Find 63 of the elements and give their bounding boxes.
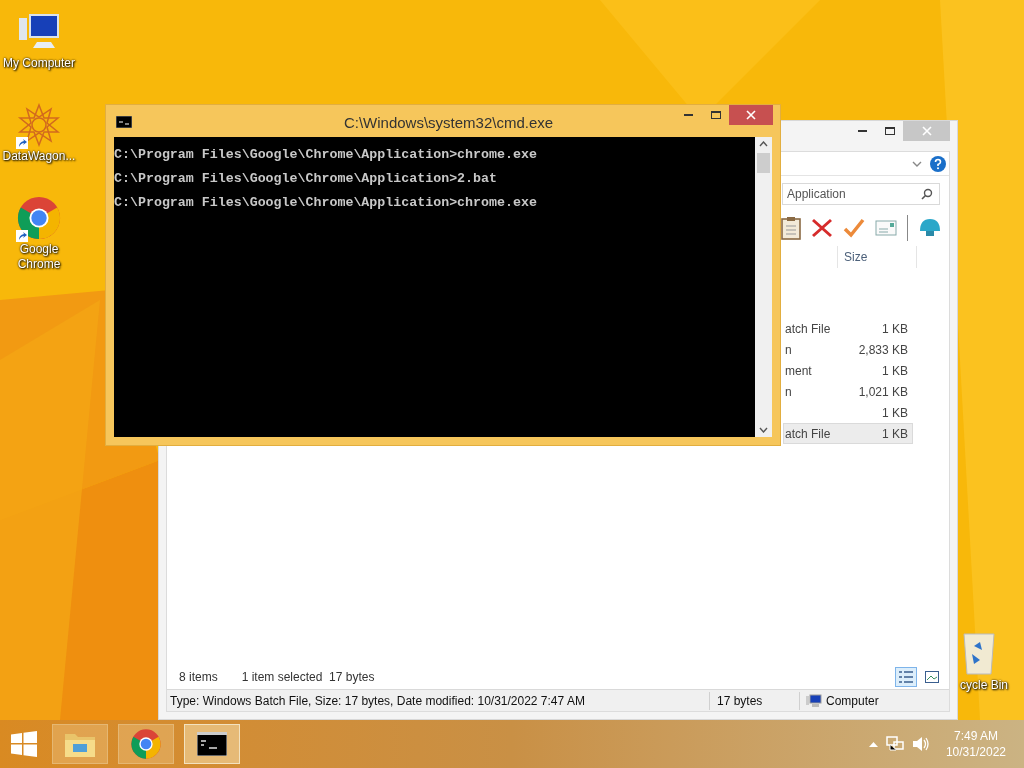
scroll-up-icon[interactable] — [759, 141, 768, 147]
view-toggle[interactable] — [895, 667, 917, 687]
maximize-icon — [710, 111, 721, 119]
scrollbar[interactable] — [755, 137, 772, 437]
details-view-icon — [898, 670, 914, 684]
network-icon[interactable] — [885, 736, 904, 752]
scroll-down-icon[interactable] — [759, 427, 768, 433]
file-row[interactable]: atch File 1 KB — [783, 423, 913, 444]
clock-time: 7:49 AM — [953, 728, 998, 744]
computer-icon — [806, 693, 822, 708]
volume-icon[interactable] — [911, 736, 930, 752]
selection-info: 1 item selected 17 bytes — [241, 669, 375, 686]
search-icon — [921, 188, 933, 200]
minimize-icon — [858, 130, 867, 132]
clock-date: 10/31/2022 — [945, 744, 1006, 760]
file-size: 1 KB — [882, 404, 908, 422]
file-row[interactable]: n 1,021 KB — [783, 381, 913, 402]
file-type: atch File — [785, 425, 831, 443]
cross-icon[interactable] — [811, 218, 833, 238]
close-icon — [746, 110, 756, 120]
file-type: n — [785, 341, 792, 359]
console-line: C:\Program Files\Google\Chrome\Application>chrome.exe — [114, 147, 538, 163]
close-icon — [921, 126, 932, 136]
console-icon — [197, 732, 227, 756]
recycle-bin-icon — [960, 630, 996, 676]
file-size: 1 KB — [882, 320, 908, 338]
file-size-total: 17 bytes — [709, 691, 799, 710]
console-icon — [116, 116, 132, 128]
file-type: atch File — [785, 320, 831, 338]
file-size: 2,833 KB — [858, 341, 908, 359]
shell-icon[interactable] — [918, 217, 942, 239]
column-header[interactable]: Size — [837, 246, 917, 268]
file-row[interactable]: atch File 1 KB — [783, 318, 913, 339]
window-title: C:\Windows\system32\cmd.exe — [342, 113, 555, 133]
minimize-icon — [684, 114, 693, 116]
checkmark-icon[interactable] — [843, 218, 865, 238]
search-field[interactable]: Application — [782, 183, 940, 205]
maximize-icon — [884, 127, 895, 135]
file-type: n — [785, 383, 792, 401]
chrome-logo-icon — [130, 728, 162, 760]
file-row[interactable]: ment 1 KB — [783, 360, 913, 381]
file-details: Type: Windows Batch File, Size: 17 bytes, Date modified: 10/31/2022 7:47 AM — [169, 692, 586, 710]
file-row[interactable]: 1 KB — [783, 402, 913, 423]
location-label: Computer — [826, 692, 879, 710]
envelope-icon[interactable] — [875, 220, 897, 236]
scroll-thumb[interactable] — [757, 153, 770, 173]
chrome-logo-icon — [16, 195, 62, 241]
dropdown-caret-icon[interactable] — [912, 160, 922, 167]
console-line: C:\Program Files\Google\Chrome\Application>2.bat — [114, 171, 498, 187]
taskbar-app-button[interactable] — [184, 724, 240, 764]
help-icon[interactable] — [930, 155, 946, 172]
star-emblem-icon — [17, 103, 61, 147]
show-hidden-icons-icon[interactable] — [868, 741, 878, 747]
file-type: ment — [785, 362, 812, 380]
console-line: C:\Program Files\Google\Chrome\Application>chrome.exe — [114, 195, 538, 211]
file-size: 1 KB — [882, 362, 908, 380]
file-row[interactable]: n 2,833 KB — [783, 339, 913, 360]
file-size: 1,021 KB — [858, 383, 908, 401]
file-size: 1 KB — [882, 425, 908, 443]
clipboard-icon[interactable] — [781, 216, 801, 240]
item-count: 8 items — [179, 669, 218, 686]
image-view-icon — [925, 671, 939, 683]
windows-logo-icon — [11, 731, 37, 757]
